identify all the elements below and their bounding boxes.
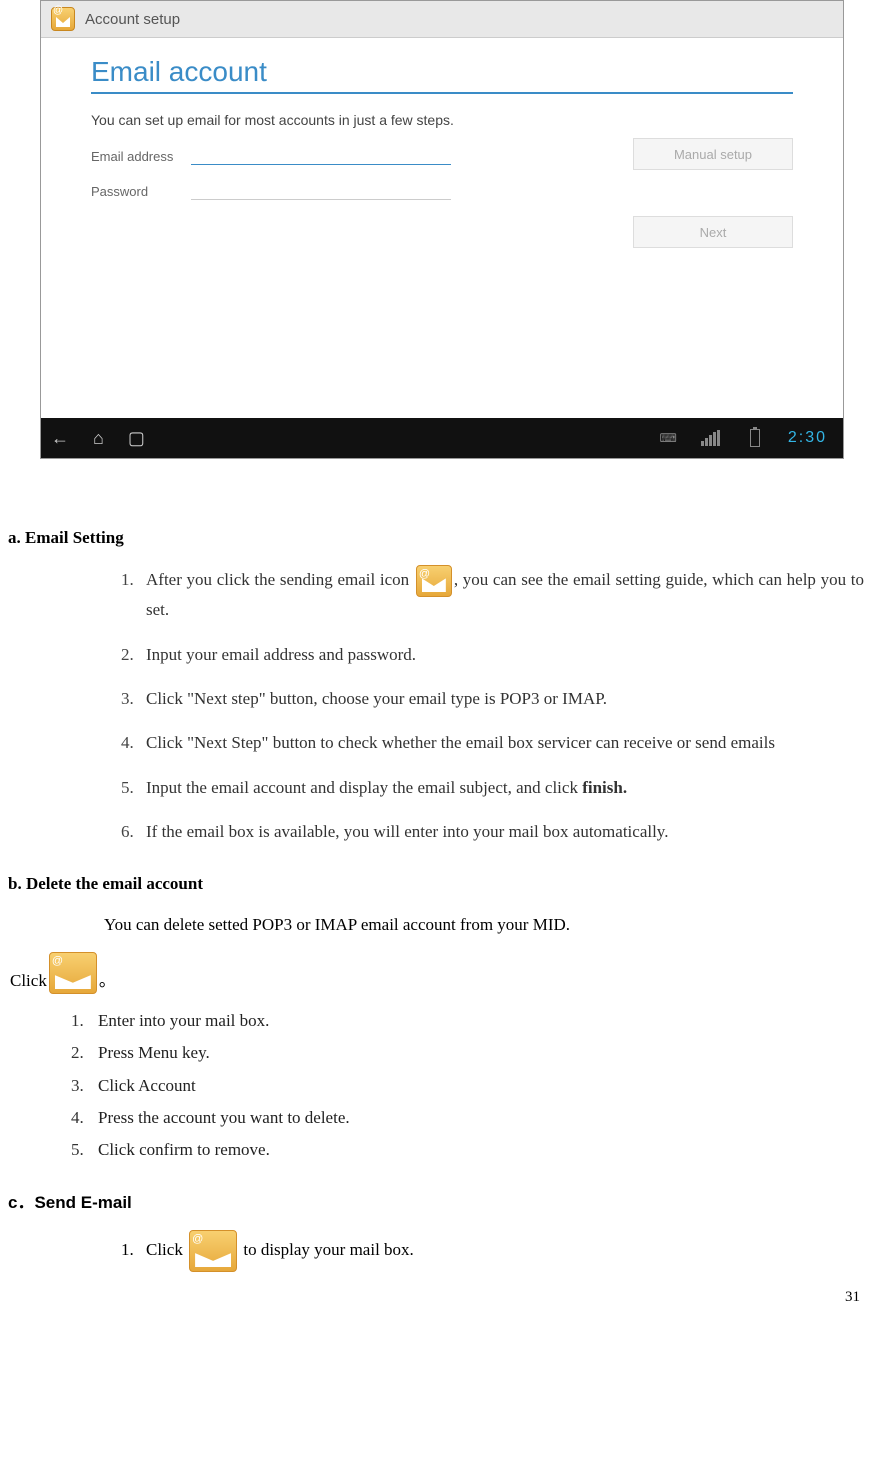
list-item: Click to display your mail box. [138,1230,864,1272]
manual-setup-button[interactable]: Manual setup [633,138,793,170]
keyboard-icon: ⌨ [660,431,677,445]
email-field[interactable] [191,148,451,165]
section-c-heading: c．Send E-mail [8,1190,864,1216]
setup-body: Email account You can set up email for m… [41,38,843,418]
android-navbar: ← ⌂ ▢ ⌨ 2:30 [41,418,843,458]
step-text: Input the email account and display the … [146,778,582,797]
email-icon [416,565,452,597]
setup-header: Account setup [41,1,843,38]
list-item: Click "Next step" button, choose your em… [138,686,864,712]
setup-header-title: Account setup [85,11,180,28]
email-label: Email address [91,149,191,164]
recent-icon[interactable]: ▢ [128,428,145,449]
list-item: Enter into your mail box. [88,1008,864,1034]
click-line: Click 。 [10,952,864,994]
home-icon[interactable]: ⌂ [93,428,104,449]
next-button[interactable]: Next [633,216,793,248]
period: 。 [99,968,116,994]
list-item: Input the email account and display the … [138,775,864,801]
email-icon [189,1230,237,1272]
list-item: Input your email address and password. [138,642,864,668]
list-item: If the email box is available, you will … [138,819,864,845]
list-item: Press the account you want to delete. [88,1105,864,1131]
list-item: Click Account [88,1073,864,1099]
finish-bold: finish. [582,778,627,797]
click-text: Click [10,968,47,994]
list-item: Click "Next Step" button to check whethe… [138,730,864,756]
section-a-heading: a. Email Setting [8,525,864,551]
section-c-steps: Click to display your mail box. [8,1230,864,1272]
email-icon [51,7,75,31]
section-b-intro: You can delete setted POP3 or IMAP email… [104,912,864,938]
back-icon[interactable]: ← [51,428,69,449]
email-setup-screenshot: Account setup Email account You can set … [40,0,844,459]
setup-description: You can set up email for most accounts i… [91,112,793,128]
list-item: Press Menu key. [88,1040,864,1066]
signal-icon [701,430,720,446]
clock: 2:30 [788,429,827,447]
step-text: After you click the sending email icon [146,570,414,589]
step-text: to display your mail box. [243,1240,413,1259]
section-a-steps: After you click the sending email icon ,… [8,565,864,845]
section-b-steps: Enter into your mail box. Press Menu key… [8,1008,864,1164]
section-b-heading: b. Delete the email account [8,871,864,897]
battery-icon [750,429,760,447]
password-label: Password [91,184,191,199]
email-account-title: Email account [91,56,793,94]
email-icon [49,952,97,994]
password-field[interactable] [191,183,451,200]
step-text: Click [146,1240,187,1259]
list-item: After you click the sending email icon ,… [138,565,864,623]
list-item: Click confirm to remove. [88,1137,864,1163]
page-number: 31 [845,1289,860,1306]
